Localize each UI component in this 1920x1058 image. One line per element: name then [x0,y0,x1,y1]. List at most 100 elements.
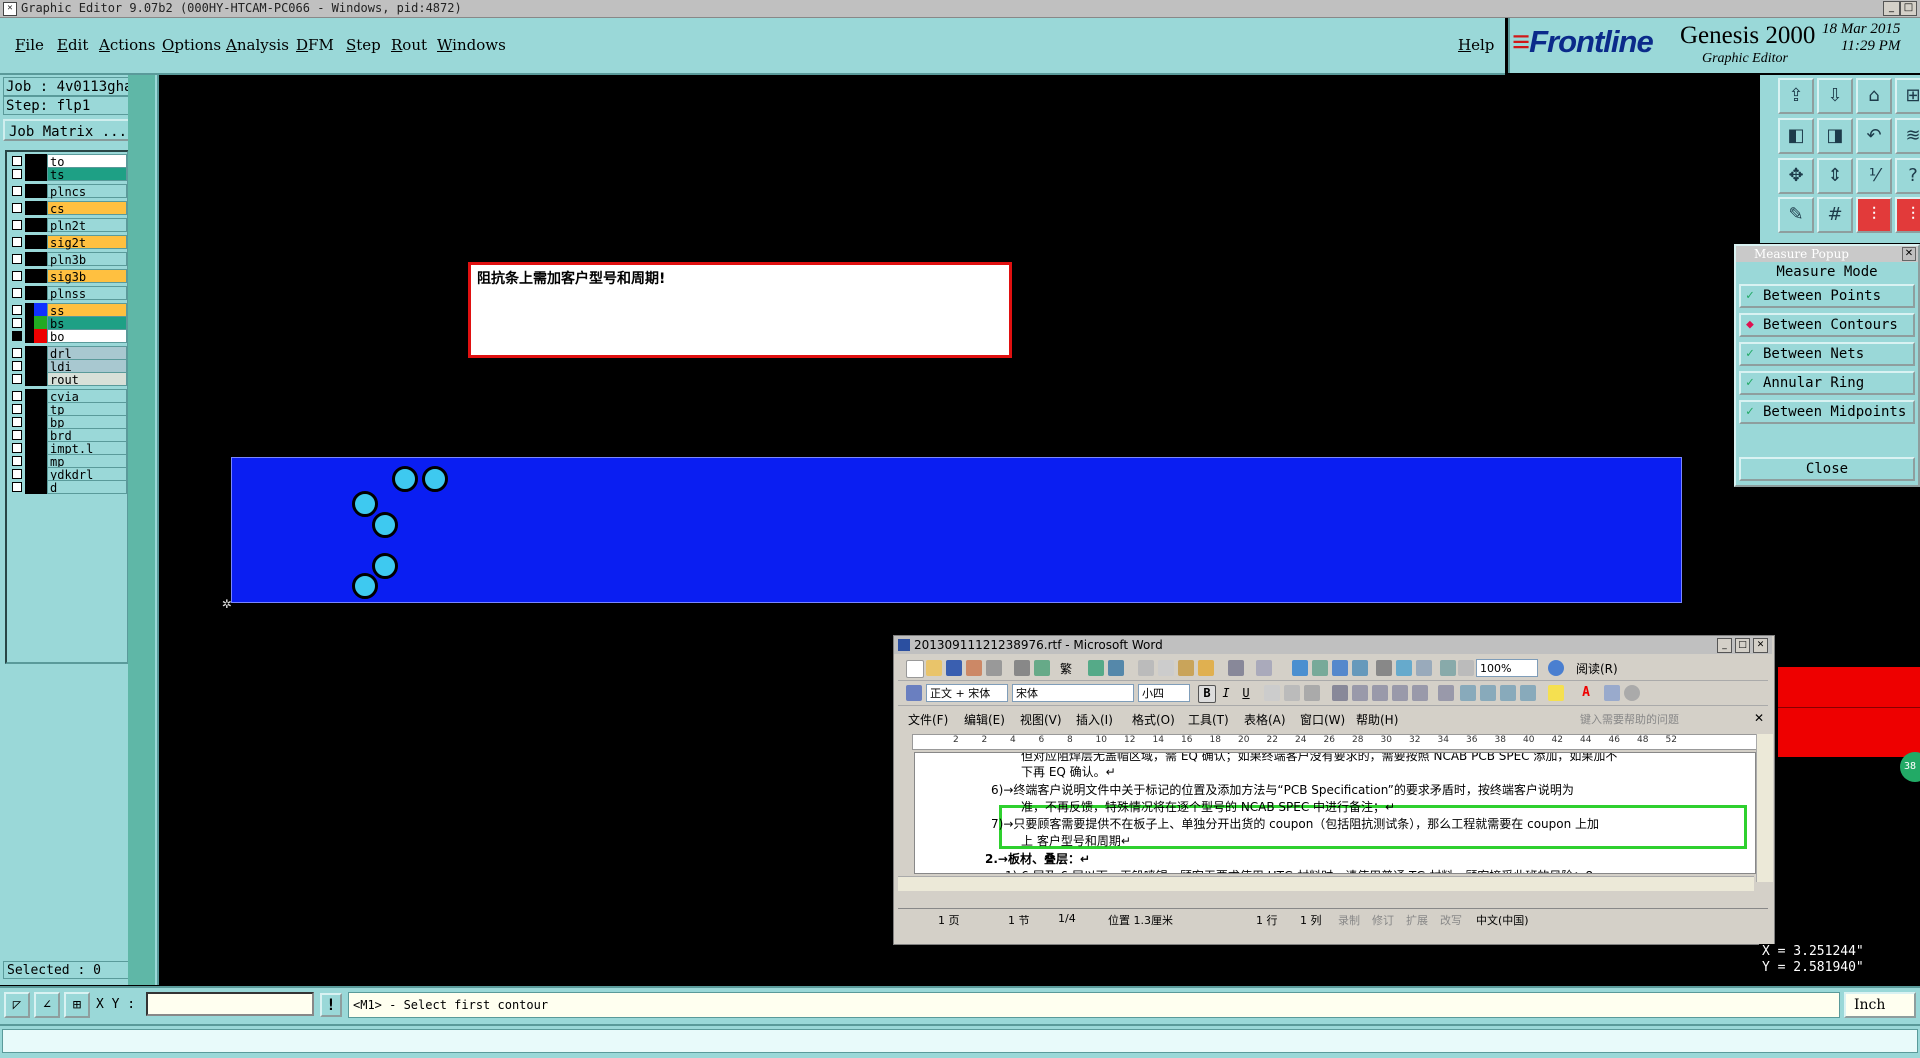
enclosed-char-icon[interactable] [1624,685,1640,701]
close-doc-icon[interactable]: ✕ [1754,711,1764,725]
layer-checkbox[interactable] [12,417,22,427]
layer-row-ydkdrl[interactable]: ydkdrl [9,467,127,482]
layer-row-sig3b[interactable]: sig3b [9,269,127,284]
layer-color-swatch[interactable] [25,286,47,300]
underline-icon[interactable]: U [1238,685,1254,701]
phonetic-guide-icon[interactable] [1604,685,1620,701]
bold-icon[interactable]: B [1198,685,1216,703]
paragraph-mark-icon[interactable] [1458,660,1474,676]
status-ovr[interactable]: 改写 [1440,912,1462,928]
read-mode-button[interactable]: 阅读(R) [1576,660,1618,677]
option-annular-ring[interactable]: ✓ Annular Ring [1739,371,1915,395]
char-border-icon[interactable] [1264,685,1280,701]
pad[interactable] [352,491,378,517]
layer-name[interactable]: tp [47,402,127,417]
layer-color-swatch[interactable] [25,467,47,481]
word-menu-format[interactable]: 格式(O) [1132,711,1175,728]
layer-row-plnss[interactable]: plnss [9,286,127,301]
layer-name[interactable]: plnss [47,286,127,301]
layer-color-swatch[interactable] [25,184,47,198]
layer-checkbox[interactable] [12,305,22,315]
zoom-select[interactable]: 100% [1476,659,1538,677]
vertical-scrollbar[interactable] [1756,734,1773,882]
layer-row-bo[interactable]: bo [9,329,127,344]
style-select[interactable]: 正文 + 宋体 [926,684,1008,702]
layer-color-swatch[interactable] [25,389,47,403]
word-menu-file[interactable]: 文件(F) [908,711,948,728]
align-left-icon[interactable] [1332,685,1348,701]
word-menu-help[interactable]: 帮助(H) [1356,711,1398,728]
word-menu-edit[interactable]: 编辑(E) [964,711,1005,728]
layer-checkbox[interactable] [12,186,22,196]
decrease-indent-icon[interactable] [1500,685,1516,701]
layer-color-swatch[interactable] [25,454,47,468]
menu-actions[interactable]: Actions [99,36,155,54]
layer-color-swatch[interactable] [25,346,47,360]
open-folder-icon[interactable] [926,660,942,676]
option-between-points[interactable]: ✓ Between Points [1739,284,1915,308]
layer-name[interactable]: impt.l [47,441,127,456]
layer-checkbox[interactable] [12,169,22,179]
open-icon[interactable]: ⇪ [1778,78,1814,114]
layer-name[interactable]: ldi [47,359,127,374]
traditional-chinese-icon[interactable]: 繁 [1060,660,1072,677]
layer-name[interactable]: brd [47,428,127,443]
layer-color-swatch[interactable] [25,316,47,330]
menu-file[interactable]: File [15,36,44,54]
layer-row-drl[interactable]: drl [9,346,127,361]
cut-icon[interactable] [1138,660,1154,676]
layer-checkbox[interactable] [12,288,22,298]
print-icon[interactable] [986,660,1002,676]
layer-checkbox[interactable] [12,443,22,453]
undo-icon[interactable] [1228,660,1244,676]
floating-badge[interactable]: 38 [1900,752,1920,782]
copy-icon[interactable] [1158,660,1174,676]
pad[interactable] [392,466,418,492]
layer-row-impt-l[interactable]: impt.l [9,441,127,456]
layer-row-cs[interactable]: cs [9,201,127,216]
layer-name[interactable]: cs [47,201,127,216]
layer-checkbox[interactable] [12,430,22,440]
pan-right-icon[interactable]: ◨ [1817,118,1853,154]
menu-help[interactable]: Help [1458,36,1494,54]
menu-windows[interactable]: Windows [437,36,506,54]
help-search-box[interactable]: 键入需要帮助的问题 [1580,711,1679,727]
layer-color-swatch[interactable] [25,201,47,215]
layer-color-swatch[interactable] [25,359,47,373]
new-doc-icon[interactable] [906,660,924,678]
justify-icon[interactable] [1392,685,1408,701]
word-menu-view[interactable]: 视图(V) [1020,711,1062,728]
layer-name[interactable]: ss [47,303,127,318]
layer-checkbox[interactable] [12,469,22,479]
research-book-icon[interactable] [1108,660,1124,676]
font-size-select[interactable]: 小四 [1138,684,1190,702]
layer-checkbox[interactable] [12,404,22,414]
layer-row-ldi[interactable]: ldi [9,359,127,374]
styles-icon[interactable] [906,685,922,701]
document-map-icon[interactable] [1416,660,1432,676]
show-hide-icon[interactable] [1440,660,1456,676]
option-between-contours[interactable]: ◆ Between Contours [1739,313,1915,337]
layer-row-ts[interactable]: ts [9,167,127,182]
layer-row-ss[interactable]: ss [9,303,127,318]
layer-color-swatch[interactable] [25,167,47,181]
layer-row-plncs[interactable]: plncs [9,184,127,199]
highlight-icon[interactable] [1548,685,1564,701]
settings-icon[interactable]: ⫶ [1895,197,1920,233]
snap-icon[interactable]: ✎ [1778,197,1814,233]
status-ext[interactable]: 扩展 [1406,912,1428,928]
spelling-icon[interactable] [1088,660,1104,676]
word-minimize-button[interactable]: _ [1717,638,1732,653]
layer-color-swatch[interactable] [25,252,47,266]
layer-row-d[interactable]: d [9,480,127,495]
word-menu-window[interactable]: 窗口(W) [1300,711,1345,728]
pad[interactable] [422,466,448,492]
layer-name[interactable]: d [47,480,127,495]
pad[interactable] [372,512,398,538]
layer-name[interactable]: ydkdrl [47,467,127,482]
layer-row-cvia[interactable]: cvia [9,389,127,404]
layer-row-pln3b[interactable]: pln3b [9,252,127,267]
layer-row-tp[interactable]: tp [9,402,127,417]
menu-rout[interactable]: Rout [391,36,427,54]
layer-name[interactable]: sig2t [47,235,127,250]
